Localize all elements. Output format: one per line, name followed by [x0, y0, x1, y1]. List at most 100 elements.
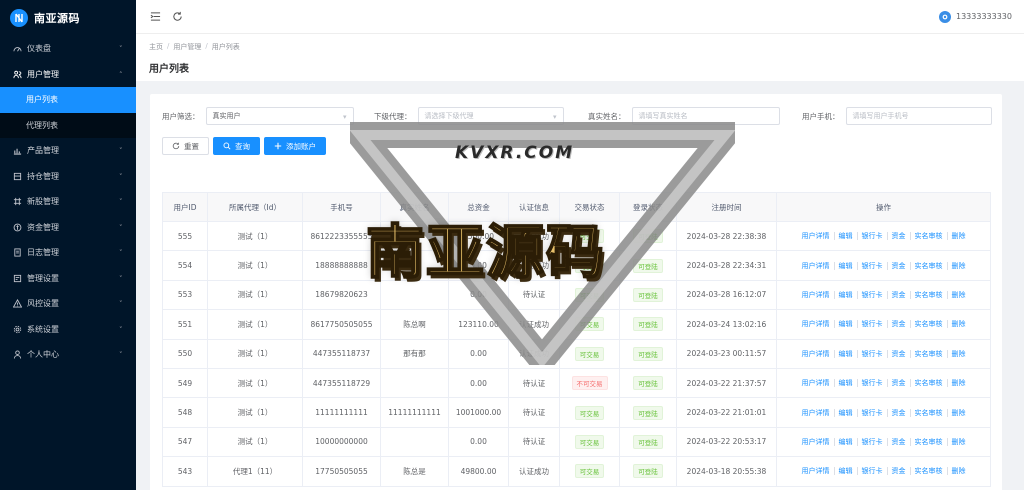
- sub-agent-placeholder: 请选择下级代理: [424, 112, 474, 120]
- row-op-link[interactable]: 用户详情: [798, 232, 835, 241]
- sidebar-item-4[interactable]: 新股管理 ˅: [0, 189, 136, 215]
- row-op-link[interactable]: 删除: [948, 467, 970, 475]
- row-op-link[interactable]: 实名审核: [911, 379, 948, 388]
- chevron-down-icon: ˅: [119, 223, 123, 232]
- sidebar-item-9[interactable]: 系统设置 ˅: [0, 317, 136, 343]
- row-op-link[interactable]: 编辑: [835, 290, 858, 299]
- table-row: 543 代理1（11） 17750505055 陈总是 49800.00 认证成功 可交易 可…: [162, 456, 991, 487]
- cell-auth: 认证成功: [508, 456, 560, 487]
- logo[interactable]: 南亚源码: [0, 0, 136, 36]
- user-name[interactable]: 13333333330: [956, 12, 1012, 21]
- row-op-link[interactable]: 资金: [888, 232, 911, 241]
- row-op-link[interactable]: 资金: [888, 349, 911, 358]
- row-op-link[interactable]: 银行卡: [858, 379, 888, 388]
- row-op-link[interactable]: 资金: [888, 467, 911, 476]
- user-filter-select[interactable]: 真实用户 ▾: [205, 107, 354, 125]
- row-op-link[interactable]: 资金: [888, 290, 911, 299]
- row-op-link[interactable]: 实名审核: [911, 349, 948, 358]
- row-op-link[interactable]: 编辑: [835, 379, 858, 388]
- row-op-link[interactable]: 资金: [888, 379, 911, 388]
- row-op-link[interactable]: 用户详情: [798, 379, 835, 388]
- chevron-down-icon: ˅: [119, 198, 123, 207]
- row-op-link[interactable]: 用户详情: [798, 320, 835, 329]
- reset-button[interactable]: 重置: [162, 137, 209, 155]
- row-op-link[interactable]: 实名审核: [911, 232, 948, 241]
- row-op-link[interactable]: 资金: [888, 261, 911, 270]
- row-op-link[interactable]: 编辑: [835, 408, 858, 417]
- row-op-link[interactable]: 删除: [948, 232, 970, 240]
- row-op-link[interactable]: 删除: [948, 379, 970, 387]
- row-op-link[interactable]: 银行卡: [858, 290, 888, 299]
- sidebar-item-6[interactable]: 日志管理 ˅: [0, 240, 136, 266]
- row-op-link[interactable]: 编辑: [835, 437, 858, 446]
- row-op-link[interactable]: 用户详情: [798, 349, 835, 358]
- row-op-link[interactable]: 编辑: [835, 261, 858, 270]
- search-button[interactable]: 查询: [213, 137, 260, 155]
- row-op-link[interactable]: 用户详情: [798, 437, 835, 446]
- row-op-link[interactable]: 删除: [948, 350, 970, 358]
- sidebar-item-7[interactable]: 管理设置 ˅: [0, 266, 136, 292]
- cell-time: 2024-03-28 22:34:31: [676, 250, 777, 281]
- row-op-link[interactable]: 编辑: [835, 320, 858, 329]
- phone-input[interactable]: 请填写用户手机号: [845, 107, 992, 125]
- add-user-button[interactable]: 添加账户: [264, 137, 326, 155]
- row-op-link[interactable]: 实名审核: [911, 437, 948, 446]
- real-name-input[interactable]: 请填写真实姓名: [631, 107, 780, 125]
- row-op-link[interactable]: 资金: [888, 320, 911, 329]
- row-op-link[interactable]: 银行卡: [858, 437, 888, 446]
- avatar[interactable]: [939, 10, 951, 23]
- sidebar-subitem-0[interactable]: 用户列表: [0, 87, 136, 113]
- sidebar-item-8[interactable]: 风控设置 ˅: [0, 291, 136, 317]
- row-op-link[interactable]: 银行卡: [858, 261, 888, 270]
- column-header: 真实姓名: [380, 192, 449, 222]
- row-op-link[interactable]: 编辑: [835, 467, 858, 476]
- row-op-link[interactable]: 删除: [948, 409, 970, 417]
- sidebar-item-label: 新股管理: [27, 197, 59, 207]
- sidebar-item-2[interactable]: 产品管理 ˅: [0, 138, 136, 164]
- row-op-link[interactable]: 银行卡: [858, 320, 888, 329]
- sidebar-item-10[interactable]: 个人中心 ˅: [0, 342, 136, 368]
- sidebar-subitem-1[interactable]: 代理列表: [0, 113, 136, 139]
- sidebar-item-5[interactable]: 资金管理 ˅: [0, 215, 136, 241]
- row-op-link[interactable]: 实名审核: [911, 467, 948, 476]
- refresh-icon[interactable]: [170, 10, 184, 24]
- cell-login: 可登陆: [619, 220, 677, 252]
- search-button-label: 查询: [235, 141, 250, 151]
- cell-agent: 测试（1）: [207, 220, 303, 252]
- row-op-link[interactable]: 用户详情: [798, 290, 835, 299]
- breadcrumb-user-management[interactable]: 用户管理: [173, 42, 201, 52]
- row-op-link[interactable]: 实名审核: [911, 408, 948, 417]
- trade-status-badge: 可交易: [574, 229, 605, 244]
- cell-funds: 0.00: [448, 250, 509, 281]
- chevron-down-icon: ˅: [119, 351, 123, 360]
- row-op-link[interactable]: 资金: [888, 437, 911, 446]
- column-header: 总资金: [448, 192, 509, 222]
- row-op-link[interactable]: 实名审核: [911, 290, 948, 299]
- row-op-link[interactable]: 实名审核: [911, 261, 948, 270]
- row-op-link[interactable]: 实名审核: [911, 320, 948, 329]
- row-op-link[interactable]: 银行卡: [858, 467, 888, 476]
- cell-id: 551: [162, 309, 208, 340]
- login-status-badge: 可登陆: [633, 405, 663, 420]
- row-op-link[interactable]: 删除: [948, 438, 970, 446]
- row-op-link[interactable]: 资金: [888, 408, 911, 417]
- sidebar-item-3[interactable]: 持仓管理 ˅: [0, 164, 136, 190]
- cell-id: 555: [162, 220, 208, 252]
- menu-fold-icon[interactable]: [148, 10, 162, 24]
- row-op-link[interactable]: 用户详情: [798, 408, 835, 417]
- row-op-link[interactable]: 用户详情: [798, 261, 835, 270]
- row-op-link[interactable]: 编辑: [835, 232, 858, 241]
- row-op-link[interactable]: 删除: [948, 320, 970, 328]
- sub-agent-select[interactable]: 请选择下级代理 ▾: [417, 107, 564, 125]
- row-op-link[interactable]: 银行卡: [858, 232, 888, 241]
- sidebar-item-0[interactable]: 仪表盘 ˅: [0, 36, 136, 62]
- row-op-link[interactable]: 用户详情: [798, 467, 835, 476]
- row-op-link[interactable]: 删除: [948, 291, 970, 299]
- row-op-link[interactable]: 银行卡: [858, 349, 888, 358]
- breadcrumb-home[interactable]: 主页: [149, 42, 163, 52]
- row-op-link[interactable]: 编辑: [835, 349, 858, 358]
- row-op-link[interactable]: 删除: [948, 262, 970, 270]
- sidebar-item-1[interactable]: 用户管理 ˄: [0, 62, 136, 88]
- row-op-link[interactable]: 银行卡: [858, 408, 888, 417]
- cell-login: 可登陆: [619, 397, 677, 428]
